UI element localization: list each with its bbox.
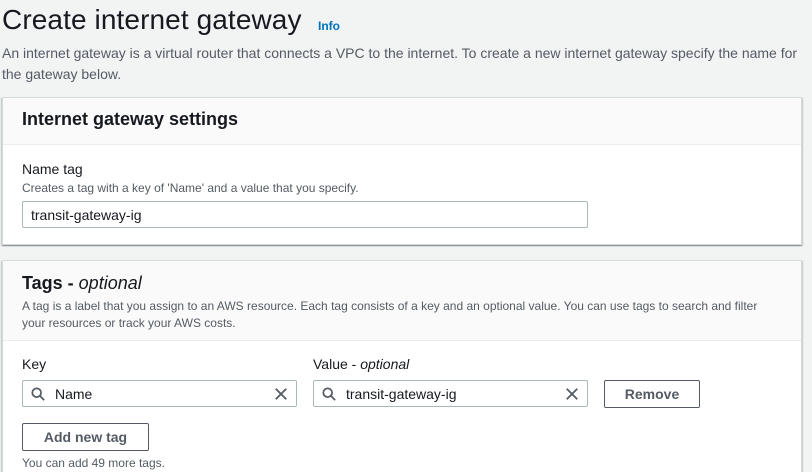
tag-value-label-optional: optional (360, 356, 410, 372)
tag-value-label: Value - optional (313, 356, 409, 372)
tags-title-optional: optional (78, 273, 142, 293)
tags-title-main: Tags - (22, 273, 79, 293)
settings-panel-header: Internet gateway settings (3, 98, 801, 145)
remove-tag-button[interactable]: Remove (604, 380, 700, 408)
add-new-tag-button[interactable]: Add new tag (22, 423, 149, 451)
close-icon[interactable] (565, 387, 579, 401)
tag-key-label: Key (22, 356, 47, 372)
tags-panel: Tags - optional A tag is a label that yo… (2, 260, 802, 472)
search-icon (31, 387, 45, 401)
tags-panel-title: Tags - optional (22, 273, 782, 294)
tags-panel-description: A tag is a label that you assign to an A… (22, 299, 758, 330)
search-icon (322, 387, 336, 401)
tag-value-input[interactable]: transit-gateway-ig (313, 380, 588, 407)
page-title: Create internet gateway (2, 4, 302, 35)
tag-value-label-main: Value - (313, 356, 361, 372)
name-tag-description: Creates a tag with a key of 'Name' and a… (22, 181, 359, 195)
tag-key-input[interactable]: Name (22, 380, 297, 407)
settings-panel-title: Internet gateway settings (22, 109, 239, 129)
name-tag-input[interactable]: transit-gateway-ig (22, 201, 588, 228)
info-link[interactable]: Info (318, 19, 340, 33)
tags-panel-header: Tags - optional A tag is a label that yo… (3, 261, 801, 341)
name-tag-value: transit-gateway-ig (31, 206, 142, 223)
tag-limit-text: You can add 49 more tags. (22, 456, 165, 470)
page-description: An internet gateway is a virtual router … (2, 45, 798, 82)
close-icon[interactable] (274, 387, 288, 401)
name-tag-label: Name tag (22, 161, 83, 177)
internet-gateway-settings-panel: Internet gateway settings Name tag Creat… (2, 97, 802, 245)
